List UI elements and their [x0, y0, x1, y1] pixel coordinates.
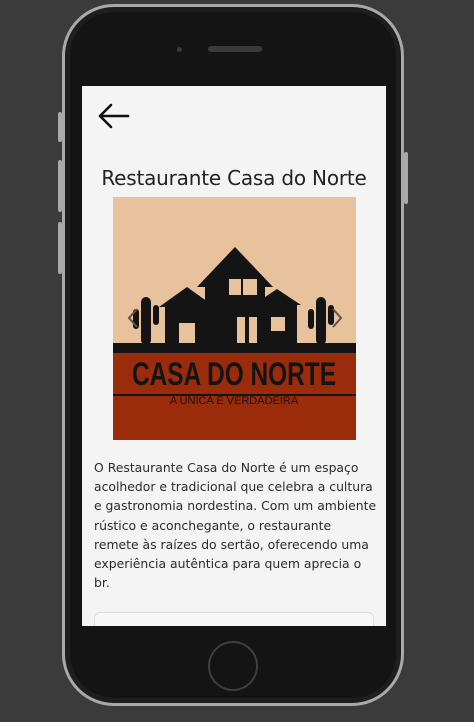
chevron-left-icon — [127, 308, 138, 328]
front-camera — [177, 47, 182, 52]
earpiece-speaker — [208, 46, 262, 52]
restaurant-logo-image: CASA DO NORTE A ÚNICA E VERDADEIRA — [113, 197, 356, 440]
restaurant-description: O Restaurante Casa do Norte é um espaço … — [94, 460, 377, 591]
logo-main-text: CASA DO NORTE — [132, 356, 336, 392]
power-button — [404, 152, 408, 204]
carousel-next-button[interactable] — [331, 307, 343, 329]
back-button[interactable] — [96, 100, 132, 132]
info-card — [94, 612, 374, 626]
carousel-prev-button[interactable] — [127, 307, 139, 329]
volume-down-button — [58, 222, 62, 274]
chevron-right-icon — [332, 308, 343, 328]
home-button[interactable] — [208, 641, 258, 691]
restaurant-title: Restaurante Casa do Norte — [101, 166, 367, 190]
app-screen: Restaurante Casa do Norte CASA DO NORTE … — [82, 86, 386, 626]
volume-up-button — [58, 160, 62, 212]
arrow-left-icon — [98, 103, 130, 129]
image-carousel[interactable]: CASA DO NORTE A ÚNICA E VERDADEIRA — [113, 197, 356, 440]
logo-tagline: A ÚNICA E VERDADEIRA — [170, 394, 299, 407]
silent-switch — [58, 112, 62, 142]
